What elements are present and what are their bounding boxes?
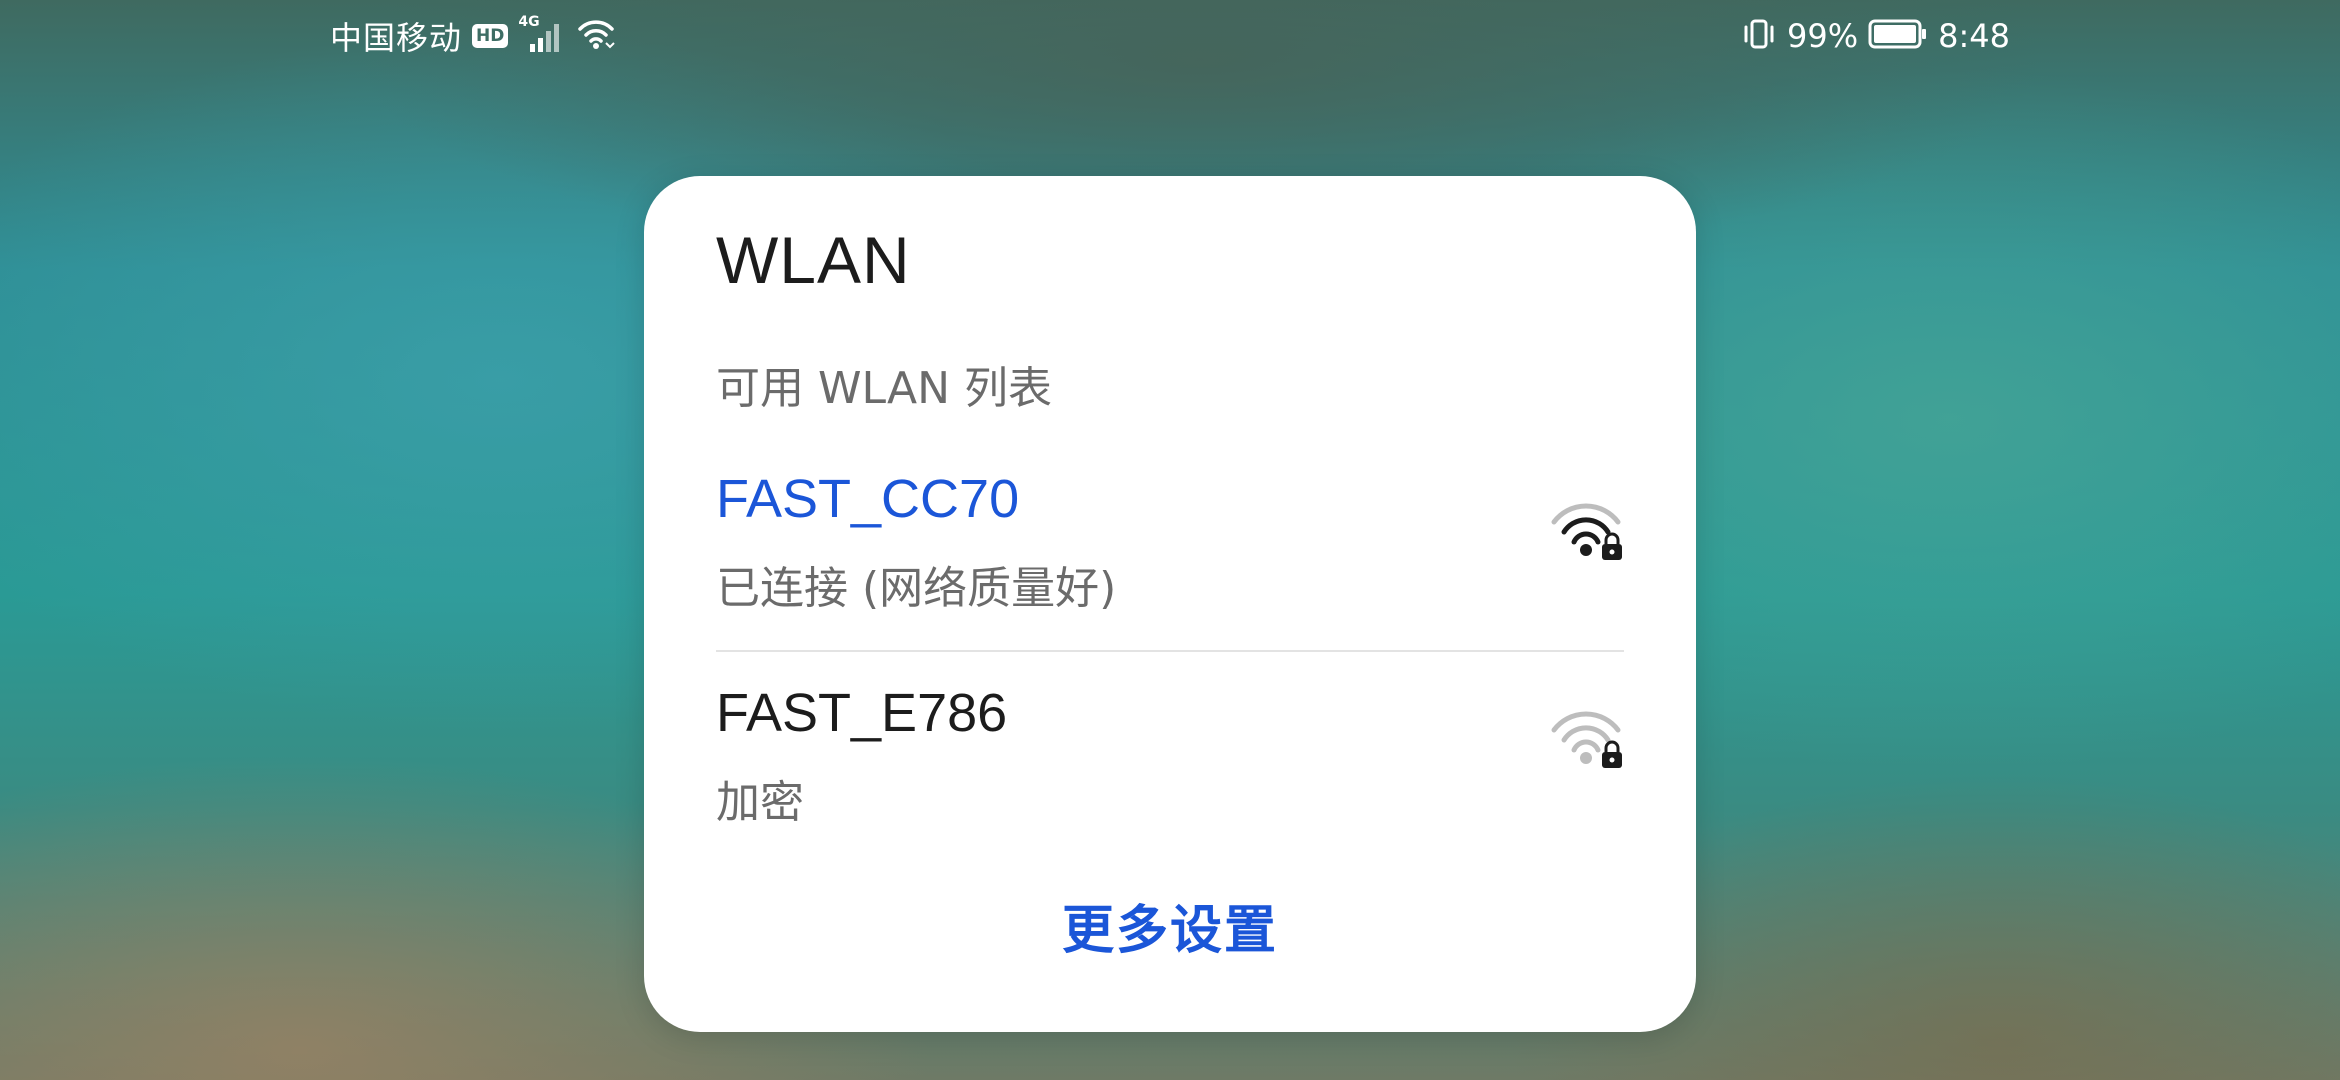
screen: 中国移动 HD 4G 99% 8:48 WLAN 可用 WLAN 列表 FAST… bbox=[0, 0, 2340, 1080]
signal-icon: 4G bbox=[518, 14, 566, 54]
carrier-name: 中国移动 bbox=[330, 19, 463, 57]
battery-icon bbox=[1868, 17, 1928, 55]
wifi-network-name: FAST_CC70 bbox=[716, 469, 1020, 529]
wifi-icon bbox=[576, 17, 616, 55]
wifi-network-name: FAST_E786 bbox=[716, 683, 1008, 743]
battery-percent: 99% bbox=[1787, 17, 1859, 55]
wifi-network-fast-cc70[interactable]: FAST_CC70 已连接 (网络质量好) bbox=[716, 458, 1624, 650]
wifi-list: FAST_CC70 已连接 (网络质量好) FAST_E786 加密 bbox=[716, 458, 1624, 844]
status-bar: 中国移动 HD 4G 99% 8:48 bbox=[0, 0, 2340, 72]
status-right: 99% 8:48 bbox=[1741, 14, 2010, 58]
clock: 8:48 bbox=[1938, 17, 2010, 55]
dialog-title: WLAN bbox=[716, 223, 911, 297]
hd-badge: HD bbox=[472, 24, 509, 48]
wifi-network-fast-e786[interactable]: FAST_E786 加密 bbox=[716, 650, 1624, 844]
more-settings-button[interactable]: 更多设置 bbox=[644, 888, 1696, 963]
wifi-network-status: 已连接 (网络质量好) bbox=[716, 563, 1117, 614]
wifi-lock-icon bbox=[1548, 500, 1624, 564]
wlan-dialog: WLAN 可用 WLAN 列表 FAST_CC70 已连接 (网络质量好) FA… bbox=[644, 176, 1696, 1032]
wifi-network-status: 加密 bbox=[716, 777, 804, 828]
dialog-subtitle: 可用 WLAN 列表 bbox=[716, 363, 1053, 414]
vibrate-icon bbox=[1741, 17, 1777, 55]
status-left: 中国移动 HD 4G bbox=[330, 14, 616, 58]
wifi-lock-icon bbox=[1548, 708, 1624, 772]
network-type-label: 4G bbox=[518, 14, 540, 30]
